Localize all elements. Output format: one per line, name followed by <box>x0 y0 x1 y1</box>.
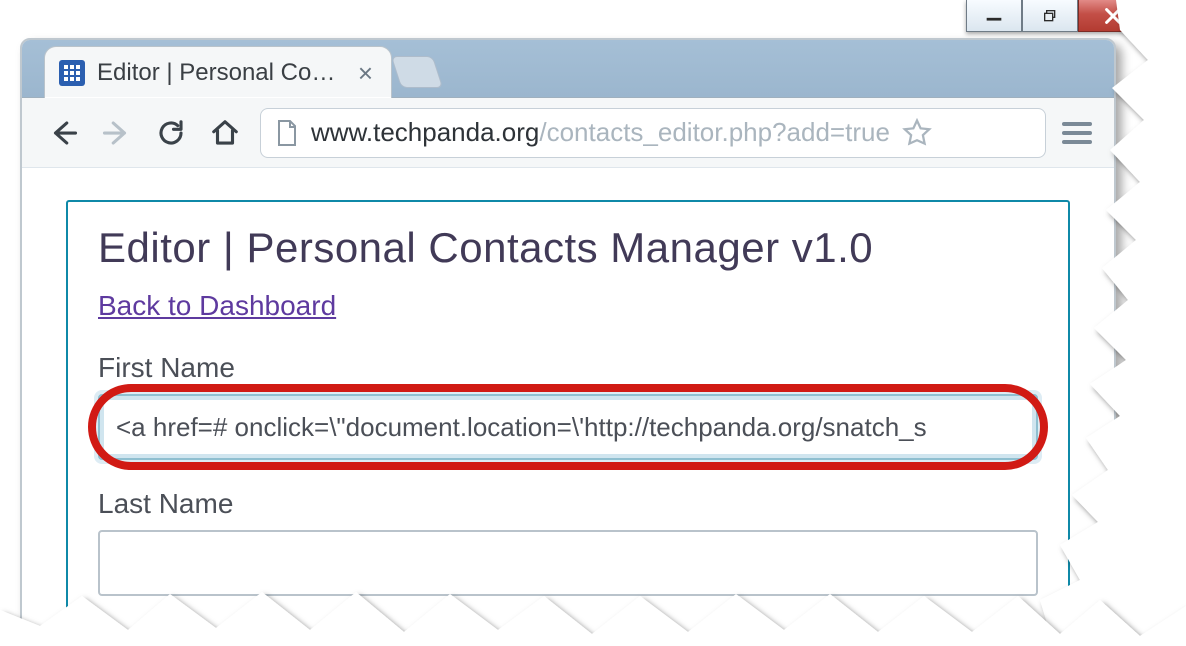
page-icon <box>275 119 299 147</box>
content-card: Editor | Personal Contacts Manager v1.0 … <box>66 200 1070 646</box>
url-path: /contacts_editor.php?add=true <box>539 117 890 147</box>
first-name-field-wrap <box>98 394 1038 460</box>
minimize-icon <box>983 8 1005 24</box>
grid-icon <box>63 64 81 82</box>
page-title: Editor | Personal Contacts Manager v1.0 <box>98 224 1038 272</box>
bookmark-star-icon[interactable] <box>902 118 932 148</box>
maximize-icon <box>1039 8 1061 24</box>
last-name-input[interactable] <box>98 530 1038 596</box>
close-button[interactable] <box>1078 0 1148 32</box>
reload-button[interactable] <box>152 114 190 152</box>
last-name-field-wrap <box>98 530 1038 596</box>
menu-button[interactable] <box>1062 122 1092 144</box>
tab-title: Editor | Personal Contacts <box>97 59 342 87</box>
home-button[interactable] <box>206 114 244 152</box>
tab-strip: Editor | Personal Contacts × <box>22 40 1114 98</box>
tab-close-button[interactable]: × <box>354 58 377 88</box>
home-icon <box>210 118 240 148</box>
url-text: www.techpanda.org/contacts_editor.php?ad… <box>311 117 890 148</box>
back-button[interactable] <box>44 114 82 152</box>
back-to-dashboard-link[interactable]: Back to Dashboard <box>98 290 336 322</box>
arrow-right-icon <box>102 118 132 148</box>
close-icon <box>1102 5 1124 27</box>
tab-favicon <box>59 60 85 86</box>
hamburger-line <box>1062 131 1092 135</box>
minimize-button[interactable] <box>966 0 1022 32</box>
reload-icon <box>156 118 186 148</box>
page-viewport: Editor | Personal Contacts Manager v1.0 … <box>22 168 1114 644</box>
hamburger-line <box>1062 140 1092 144</box>
arrow-left-icon <box>48 118 78 148</box>
first-name-label: First Name <box>98 352 1038 384</box>
maximize-button[interactable] <box>1022 0 1078 32</box>
forward-button[interactable] <box>98 114 136 152</box>
address-bar[interactable]: www.techpanda.org/contacts_editor.php?ad… <box>260 108 1046 158</box>
hamburger-line <box>1062 122 1092 126</box>
browser-tab[interactable]: Editor | Personal Contacts × <box>44 46 392 98</box>
last-name-label: Last Name <box>98 488 1038 520</box>
browser-window: Editor | Personal Contacts × <box>20 38 1116 646</box>
url-host: www.techpanda.org <box>311 117 539 147</box>
new-tab-button[interactable] <box>391 56 443 88</box>
browser-toolbar: www.techpanda.org/contacts_editor.php?ad… <box>22 98 1114 168</box>
first-name-input[interactable] <box>98 394 1038 460</box>
